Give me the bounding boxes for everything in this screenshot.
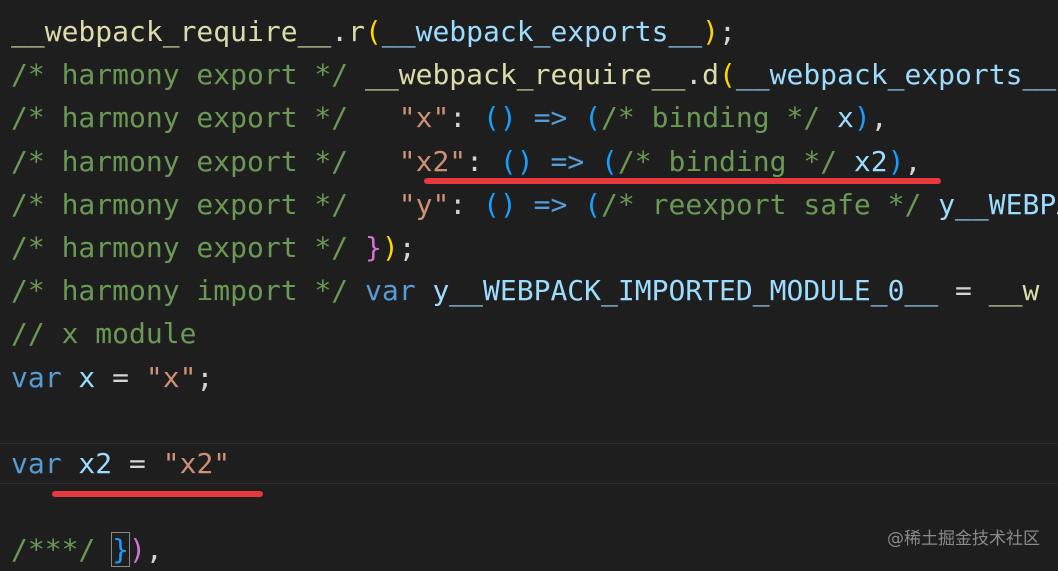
code-token: . <box>685 58 703 92</box>
code-line[interactable]: var x = "x"; <box>11 356 213 399</box>
code-token: /***/ <box>11 533 113 567</box>
code-token: ; <box>719 15 736 48</box>
code-token: ) <box>853 101 871 135</box>
code-token: /* reexport safe */ <box>601 187 922 221</box>
code-token: "x" <box>398 101 450 135</box>
code-token: __webpack_require__ <box>11 15 332 48</box>
code-token: : <box>449 101 484 135</box>
annotation-underline-export-x2 <box>424 178 941 184</box>
code-token: => <box>533 144 602 178</box>
code-token: () <box>483 101 517 135</box>
code-token: __w <box>988 274 1040 308</box>
code-line[interactable]: // x module <box>11 312 196 355</box>
code-token: y__WEBPACK <box>938 187 1058 221</box>
code-token: : <box>449 187 484 221</box>
code-token: /* binding */ <box>601 101 821 135</box>
code-token: x <box>820 101 854 135</box>
code-line[interactable]: /* harmony export */ "x": () => (/* bind… <box>11 96 888 139</box>
code-token: r <box>348 15 366 48</box>
code-token: x2 <box>61 447 113 480</box>
code-token: y__WEBPACK_IMPORTED_MODULE_0__ <box>415 274 939 308</box>
code-token: => <box>516 101 585 135</box>
code-token: ( <box>719 58 736 92</box>
code-token: } <box>111 532 131 568</box>
code-token: var <box>11 447 62 480</box>
code-token: /* harmony export */ <box>11 231 366 264</box>
code-token: /* harmony import */ <box>11 274 366 308</box>
code-token: ( <box>601 144 618 178</box>
code-token: /* harmony export */ <box>11 58 366 92</box>
code-line[interactable]: /***/ }), <box>11 528 163 571</box>
code-token: = <box>938 274 989 308</box>
code-line[interactable]: __webpack_require__.r(__webpack_exports_… <box>11 10 736 53</box>
code-token: ) <box>702 15 720 48</box>
code-token: = <box>112 447 163 480</box>
code-editor[interactable]: __webpack_require__.r(__webpack_exports_… <box>0 0 1058 568</box>
code-token: . <box>331 15 349 48</box>
code-token: , <box>145 533 163 567</box>
code-token: "x" <box>145 360 197 394</box>
code-token: __webpack_exports__ <box>381 15 703 48</box>
code-token: ) <box>129 533 146 567</box>
code-token: "x2" <box>398 144 467 178</box>
annotation-underline-var-x2 <box>52 491 263 497</box>
code-token: "y" <box>398 187 450 221</box>
code-token: /* harmony export */ <box>11 187 399 221</box>
code-token: ) <box>887 144 905 178</box>
code-token: ( <box>584 187 602 221</box>
code-token: = <box>95 360 146 394</box>
code-token: , <box>870 101 888 135</box>
code-token: => <box>516 187 585 221</box>
code-token: : <box>466 144 500 178</box>
code-token: ; <box>196 360 214 394</box>
code-token: , <box>904 144 922 178</box>
code-token: ( <box>584 101 602 135</box>
watermark: @稀土掘金技术社区 <box>887 529 1040 549</box>
code-token: () <box>499 144 534 178</box>
code-line[interactable]: /* harmony export */ __webpack_require__… <box>11 53 1056 96</box>
code-token: /* harmony export */ <box>11 101 399 135</box>
code-token: ; <box>398 231 416 264</box>
code-line[interactable]: /* harmony import */ var y__WEBPACK_IMPO… <box>11 269 1039 312</box>
code-token: "x2" <box>162 447 231 480</box>
code-token: d <box>702 58 720 92</box>
code-token: } <box>365 231 382 264</box>
code-token: /* binding */ <box>617 144 838 178</box>
code-token: var <box>365 274 416 308</box>
code-line[interactable]: /* harmony export */ "y": () => (/* reex… <box>11 183 1058 226</box>
code-token: () <box>483 187 517 221</box>
code-token: x2 <box>837 144 888 178</box>
code-token: __webpack_exports__ <box>735 58 1057 92</box>
code-token: ( <box>365 15 382 48</box>
code-token: /* harmony export */ <box>11 144 399 178</box>
code-token: x <box>61 360 96 394</box>
code-token: var <box>11 360 62 394</box>
code-token: ) <box>381 231 399 264</box>
code-line[interactable]: /* harmony export */ }); <box>11 226 416 269</box>
code-line[interactable]: /* harmony export */ "x2": () => (/* bin… <box>11 140 921 183</box>
code-token: // x module <box>11 317 197 351</box>
code-token: __webpack_require__ <box>365 58 686 92</box>
code-line[interactable]: var x2 = "x2" <box>11 442 230 485</box>
